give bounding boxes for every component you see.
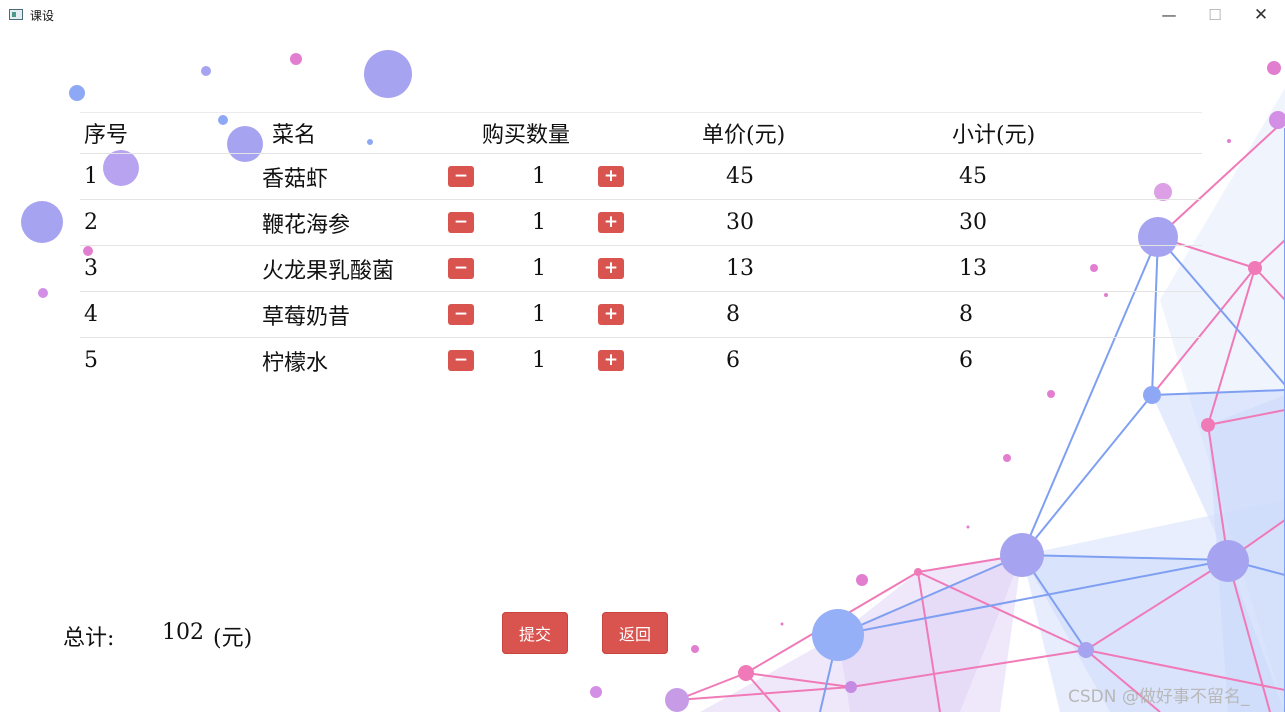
quantity-value: 1 — [532, 348, 546, 373]
unit-price: 13 — [726, 256, 754, 281]
quantity-value: 1 — [532, 302, 546, 327]
unit-price: 6 — [726, 348, 740, 373]
minus-icon: − — [448, 304, 474, 325]
header-no: 序号 — [84, 123, 129, 148]
table-row: 5 柠檬水 − 1 + 6 6 — [80, 338, 1202, 383]
maximize-button[interactable]: ☐ — [1192, 0, 1238, 30]
decrease-quantity-button[interactable]: − — [448, 246, 474, 291]
increase-quantity-button[interactable]: + — [598, 154, 624, 199]
minus-icon: − — [448, 166, 474, 187]
increase-quantity-button[interactable]: + — [598, 246, 624, 291]
header-quantity: 购买数量 — [482, 123, 571, 148]
header-name: 菜名 — [272, 123, 317, 148]
submit-button[interactable]: 提交 — [502, 612, 568, 654]
increase-quantity-button[interactable]: + — [598, 338, 624, 383]
total-value: 102 — [162, 620, 204, 645]
table-row: 2 鞭花海参 − 1 + 30 30 — [80, 200, 1202, 246]
subtotal: 13 — [959, 256, 987, 281]
plus-icon: + — [598, 304, 624, 325]
row-number: 2 — [84, 210, 98, 235]
table-row: 4 草莓奶昔 − 1 + 8 8 — [80, 292, 1202, 338]
decrease-quantity-button[interactable]: − — [448, 154, 474, 199]
minus-icon: − — [448, 350, 474, 371]
header-subtotal: 小计(元) — [952, 123, 1036, 148]
header-price: 单价(元) — [702, 123, 786, 148]
decrease-quantity-button[interactable]: − — [448, 200, 474, 245]
decrease-quantity-button[interactable]: − — [448, 338, 474, 383]
table-row: 1 香菇虾 − 1 + 45 45 — [80, 154, 1202, 200]
app-icon — [9, 9, 23, 20]
plus-icon: + — [598, 212, 624, 233]
plus-icon: + — [598, 258, 624, 279]
subtotal: 6 — [959, 348, 973, 373]
quantity-value: 1 — [532, 210, 546, 235]
increase-quantity-button[interactable]: + — [598, 292, 624, 337]
row-number: 5 — [84, 348, 98, 373]
plus-icon: + — [598, 350, 624, 371]
order-table: 序号 菜名 购买数量 单价(元) 小计(元) 1 香菇虾 − 1 + 45 45… — [80, 112, 1202, 383]
plus-icon: + — [598, 166, 624, 187]
window-title: 课设 — [30, 9, 55, 23]
quantity-value: 1 — [532, 256, 546, 281]
total-unit: (元) — [213, 626, 253, 651]
close-icon: ✕ — [1253, 5, 1269, 25]
minimize-icon: — — [1161, 6, 1177, 24]
minus-icon: − — [448, 258, 474, 279]
unit-price: 30 — [726, 210, 754, 235]
subtotal: 8 — [959, 302, 973, 327]
back-button[interactable]: 返回 — [602, 612, 668, 654]
row-number: 3 — [84, 256, 98, 281]
dish-name: 柠檬水 — [262, 350, 329, 376]
dish-name: 香菇虾 — [262, 166, 329, 192]
table-row: 3 火龙果乳酸菌 − 1 + 13 13 — [80, 246, 1202, 292]
row-number: 4 — [84, 302, 98, 327]
decrease-quantity-button[interactable]: − — [448, 292, 474, 337]
increase-quantity-button[interactable]: + — [598, 200, 624, 245]
minimize-button[interactable]: — — [1146, 0, 1192, 30]
total-label: 总计: — [63, 626, 115, 651]
unit-price: 45 — [726, 164, 754, 189]
title-bar: 课设 — ☐ ✕ — [0, 0, 1285, 30]
dish-name: 草莓奶昔 — [262, 304, 351, 330]
subtotal: 30 — [959, 210, 987, 235]
close-button[interactable]: ✕ — [1238, 0, 1284, 30]
minus-icon: − — [448, 212, 474, 233]
quantity-value: 1 — [532, 164, 546, 189]
unit-price: 8 — [726, 302, 740, 327]
dish-name: 火龙果乳酸菌 — [262, 258, 395, 284]
maximize-icon: ☐ — [1208, 6, 1222, 24]
subtotal: 45 — [959, 164, 987, 189]
table-header: 序号 菜名 购买数量 单价(元) 小计(元) — [80, 112, 1202, 154]
csdn-watermark: CSDN @做好事不留名_ — [1068, 687, 1250, 707]
dish-name: 鞭花海参 — [262, 212, 351, 238]
row-number: 1 — [84, 164, 98, 189]
